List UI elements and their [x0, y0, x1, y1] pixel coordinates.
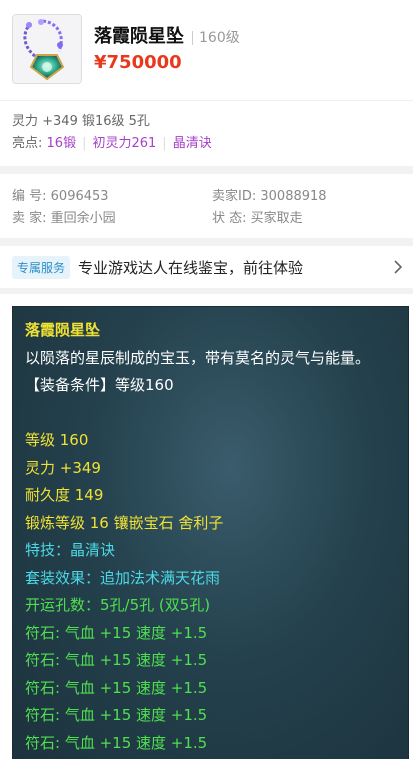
- appraisal-service-link[interactable]: 专属服务 专业游戏达人在线鉴宝，前往体验: [0, 246, 413, 288]
- detail-skill: 特技：晶清诀: [25, 541, 116, 559]
- pendant-icon: [13, 15, 81, 83]
- detail-title: 落霞陨星坠: [25, 321, 101, 339]
- trade-info: 编 号: 6096453 卖家ID: 30088918 卖 家: 重回余小园 状…: [0, 174, 413, 238]
- seller-label: 卖 家:: [12, 211, 47, 226]
- attribute-summary: 灵力 +349 锻16级 5孔 亮点: 16锻 | 初灵力261 | 晶清诀: [0, 100, 413, 166]
- item-name: 落霞陨星坠: [94, 26, 184, 47]
- detail-rune: 符石: 气血 +15 速度 +1.5: [25, 733, 208, 752]
- highlight-tag: 初灵力261: [92, 136, 157, 151]
- highlight-tag: 晶清诀: [172, 136, 212, 151]
- chevron-right-icon: [394, 260, 403, 274]
- item-thumbnail[interactable]: [12, 14, 82, 84]
- detail-rune: 符石: 气血 +15 速度 +1.5: [25, 706, 208, 724]
- item-title-row: 落霞陨星坠 160级: [94, 22, 240, 48]
- detail-requirement: 【装备条件】等级160: [25, 376, 174, 394]
- detail-level: 等级 160: [25, 431, 89, 449]
- highlight-tag: 16锻: [46, 136, 77, 151]
- detail-spirit: 灵力 +349: [25, 458, 101, 477]
- service-badge: 专属服务: [12, 255, 71, 279]
- order-id: 编 号: 6096453: [12, 186, 212, 208]
- divider: |: [162, 136, 167, 151]
- info-row: 编 号: 6096453 卖家ID: 30088918: [12, 186, 401, 208]
- info-row: 卖 家: 重回余小园 状 态: 买家取走: [12, 208, 401, 230]
- detail-forge: 锻炼等级 16 镶嵌宝石 舍利子: [25, 513, 224, 532]
- seller-id: 卖家ID: 30088918: [212, 186, 327, 208]
- detail-rune: 符石: 气血 +15 速度 +1.5: [25, 623, 208, 642]
- item-header: 落霞陨星坠 160级 ¥750000: [0, 0, 413, 100]
- seller-id-value: 30088918: [260, 189, 327, 204]
- detail-rune: 符石: 气血 +15 速度 +1.5: [25, 651, 208, 669]
- highlights-row: 亮点: 16锻 | 初灵力261 | 晶清诀: [12, 133, 401, 155]
- status-label: 状 态:: [212, 211, 247, 226]
- detail-durability: 耐久度 149: [25, 486, 104, 504]
- seller-id-label: 卖家ID:: [212, 189, 257, 204]
- detail-description: 以陨落的星辰制成的宝玉，带有莫名的灵气与能量。: [25, 348, 371, 367]
- item-detail-section: 落霞陨星坠 以陨落的星辰制成的宝玉，带有莫名的灵气与能量。 【装备条件】等级16…: [0, 294, 413, 759]
- detail-holes: 开运孔数：5孔/5孔 (双5孔): [25, 596, 211, 614]
- trade-status: 状 态: 买家取走: [212, 208, 303, 230]
- item-level: 160级: [192, 31, 240, 45]
- item-price: ¥750000: [94, 52, 182, 73]
- detail-rune: 符石: 气血 +15 速度 +1.5: [25, 678, 208, 697]
- seller-value: 重回余小园: [50, 211, 116, 226]
- detail-set-effect: 套装效果：追加法术满天花雨: [25, 568, 221, 587]
- service-text: 专业游戏达人在线鉴宝，前往体验: [78, 258, 304, 277]
- status-value: 买家取走: [250, 211, 303, 226]
- attribute-line: 灵力 +349 锻16级 5孔: [12, 114, 150, 129]
- seller-name: 卖 家: 重回余小园: [12, 208, 212, 230]
- highlights-label: 亮点:: [12, 136, 43, 151]
- item-detail-panel: 落霞陨星坠 以陨落的星辰制成的宝玉，带有莫名的灵气与能量。 【装备条件】等级16…: [12, 306, 409, 759]
- order-id-value: 6096453: [50, 189, 109, 204]
- divider: |: [82, 136, 87, 151]
- order-id-label: 编 号:: [12, 189, 47, 204]
